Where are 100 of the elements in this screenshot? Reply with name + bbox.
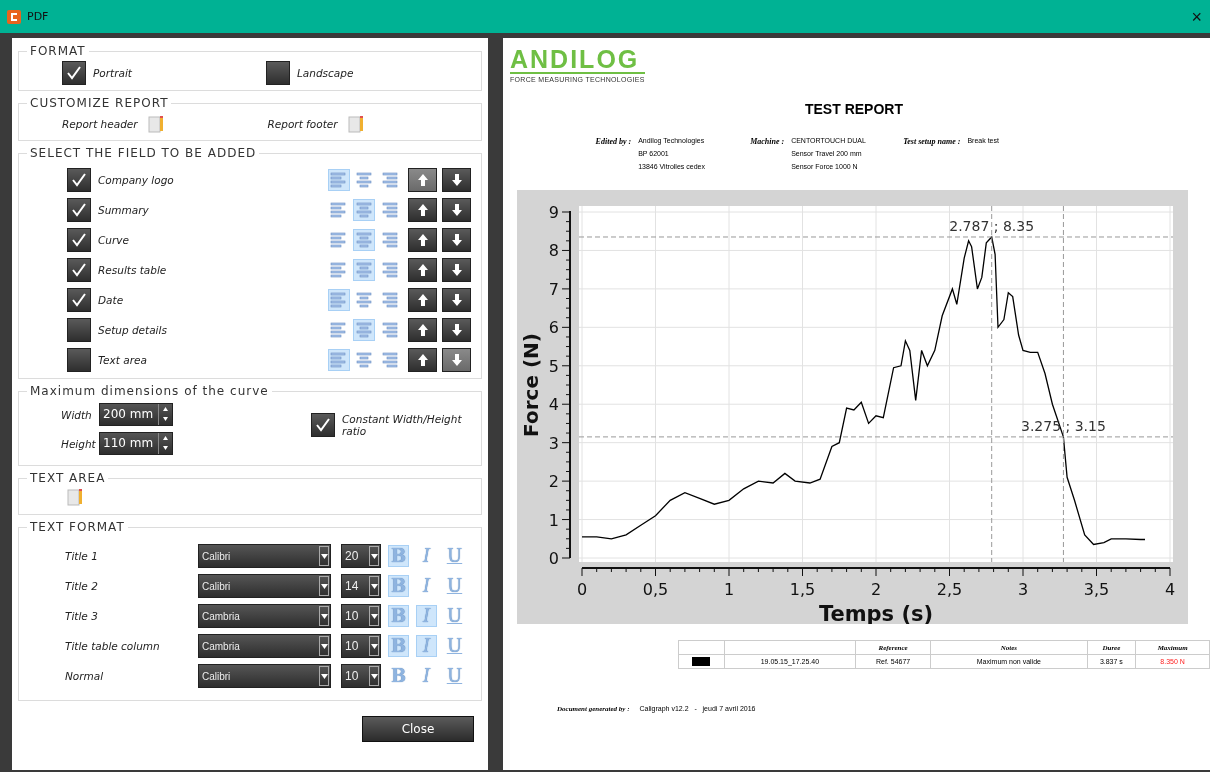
size-dropdown[interactable]: 10 [341, 634, 381, 658]
bold-toggle[interactable]: B [388, 635, 409, 657]
arrow-down-icon [450, 173, 463, 187]
italic-toggle[interactable]: I [416, 575, 437, 597]
axis-tick-label: 3 [1017, 580, 1029, 599]
arrow-down-icon [450, 203, 463, 217]
align-left-icon [330, 232, 348, 248]
font-dropdown[interactable]: Cambria [198, 634, 331, 658]
axis-tick-label: 2 [870, 580, 882, 599]
move-down-button[interactable] [442, 198, 471, 222]
underline-toggle[interactable]: U [444, 635, 465, 657]
size-dropdown[interactable]: 20 [341, 544, 381, 568]
align-center-button[interactable] [353, 199, 375, 221]
align-left-icon [330, 172, 348, 188]
align-center-button[interactable] [353, 319, 375, 341]
align-right-icon [380, 202, 398, 218]
align-center-icon [355, 232, 373, 248]
move-down-button[interactable] [442, 258, 471, 282]
move-up-button[interactable] [408, 198, 437, 222]
italic-toggle[interactable]: I [416, 605, 437, 627]
underline-toggle[interactable]: U [444, 605, 465, 627]
align-left-button[interactable] [328, 289, 350, 311]
italic-toggle[interactable]: I [416, 635, 437, 657]
align-center-button[interactable] [353, 259, 375, 281]
align-center-icon [355, 322, 373, 338]
checkbox[interactable] [67, 168, 91, 192]
arrow-up-icon [416, 233, 429, 247]
underline-toggle[interactable]: U [444, 665, 465, 687]
axis-tick-label: 2,5 [936, 580, 963, 599]
checkbox[interactable] [67, 318, 91, 342]
axis-tick-label: 0 [548, 549, 559, 568]
font-dropdown[interactable]: Cambria [198, 604, 331, 628]
move-up-button[interactable] [408, 228, 437, 252]
align-left-button[interactable] [328, 169, 350, 191]
dropdown-arrow-icon [370, 643, 378, 649]
checkbox[interactable] [67, 198, 91, 222]
close-button[interactable]: Close [362, 716, 474, 742]
move-down-button[interactable] [442, 228, 471, 252]
bold-toggle[interactable]: B [388, 575, 409, 597]
font-dropdown[interactable]: Calibri [198, 574, 331, 598]
dropdown-arrow-icon [370, 583, 378, 589]
italic-toggle[interactable]: I [416, 665, 437, 687]
size-dropdown[interactable]: 10 [341, 664, 381, 688]
checkbox[interactable] [67, 258, 91, 282]
bold-toggle[interactable]: B [388, 545, 409, 567]
align-left-button[interactable] [328, 349, 350, 371]
notepad-icon[interactable] [147, 115, 164, 133]
check-icon [70, 261, 88, 279]
bold-toggle[interactable]: B [388, 605, 409, 627]
align-right-icon [380, 172, 398, 188]
axis-tick-label: 8 [548, 241, 559, 261]
checkbox[interactable] [67, 288, 91, 312]
align-right-icon [380, 352, 398, 368]
align-center-button[interactable] [353, 229, 375, 251]
option-label: Portrait [93, 67, 132, 79]
move-down-button[interactable] [442, 288, 471, 312]
spin-box[interactable]: 200 mm [99, 403, 173, 426]
move-down-button[interactable] [442, 318, 471, 342]
checkbox[interactable] [62, 61, 86, 85]
align-center-button[interactable] [353, 169, 375, 191]
align-right-icon [380, 322, 398, 338]
report-title: TEST REPORT [804, 100, 904, 117]
style-label: Title 2 [65, 580, 99, 592]
arrow-up-icon [416, 173, 429, 187]
align-center-button[interactable] [353, 289, 375, 311]
notepad-icon[interactable] [67, 488, 83, 506]
field-label: Date [98, 294, 125, 306]
underline-toggle[interactable]: U [444, 545, 465, 567]
logo-wordmark: ANDILOG [510, 46, 645, 74]
axis-tick-label: 5 [548, 356, 559, 376]
arrow-up-icon [416, 203, 429, 217]
checkbox[interactable] [67, 228, 91, 252]
align-right-icon [380, 262, 398, 278]
move-down-button[interactable] [442, 168, 471, 192]
font-dropdown[interactable]: Calibri [198, 544, 331, 568]
underline-toggle[interactable]: U [444, 575, 465, 597]
italic-toggle[interactable]: I [416, 545, 437, 567]
field-label: Width [61, 408, 93, 421]
bold-toggle[interactable]: B [388, 665, 409, 687]
align-right-icon [380, 292, 398, 308]
arrow-down-icon [450, 353, 463, 367]
checkbox[interactable] [266, 61, 290, 85]
align-center-button[interactable] [353, 349, 375, 371]
close-button[interactable]: × [1189, 7, 1204, 26]
size-dropdown[interactable]: 10 [341, 604, 381, 628]
option-label: Report header [62, 118, 138, 130]
move-up-button[interactable] [408, 288, 437, 312]
checkbox[interactable] [67, 348, 91, 372]
move-up-button[interactable] [408, 318, 437, 342]
size-dropdown[interactable]: 14 [341, 574, 381, 598]
move-up-button[interactable] [408, 348, 437, 372]
notepad-icon[interactable] [347, 115, 364, 133]
axis-tick-label: 6 [548, 318, 559, 338]
checkbox[interactable] [311, 413, 335, 437]
check-icon [65, 64, 83, 82]
font-dropdown[interactable]: Calibri [198, 664, 331, 688]
move-up-button[interactable] [408, 258, 437, 282]
spin-box[interactable]: 110 mm [99, 432, 173, 455]
annotation-label: 2.787 ; 8.35 [949, 218, 1035, 234]
align-center-icon [355, 352, 373, 368]
